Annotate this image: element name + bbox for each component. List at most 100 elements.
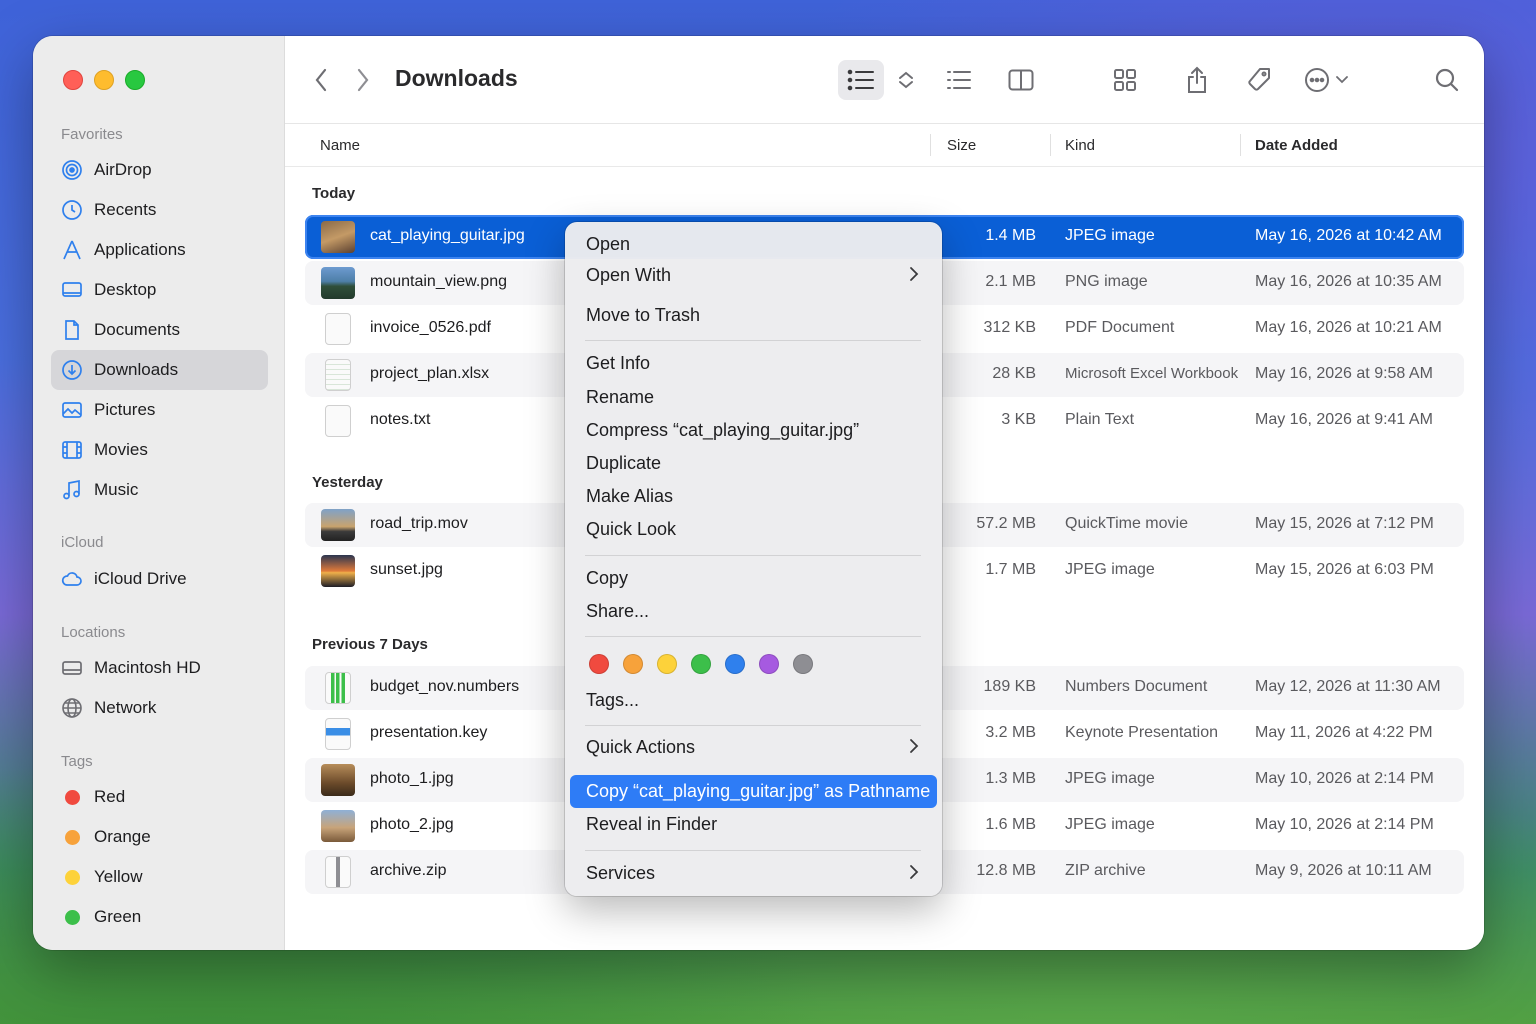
tag-button[interactable] bbox=[1239, 60, 1279, 100]
list-icon bbox=[847, 69, 874, 91]
chevron-right-icon bbox=[910, 739, 919, 753]
menu-item-make-alias[interactable]: Make Alias bbox=[570, 480, 937, 513]
share-icon bbox=[1188, 66, 1206, 93]
sidebar-tag-orange[interactable]: Orange bbox=[51, 817, 268, 857]
file-kind: ZIP archive bbox=[1065, 862, 1146, 879]
file-date: May 16, 2026 at 9:41 AM bbox=[1255, 411, 1433, 428]
grouped-list-icon bbox=[947, 71, 971, 89]
sidebar-item-label: iCloud Drive bbox=[94, 569, 187, 588]
menu-item-label: Make Alias bbox=[586, 486, 674, 506]
menu-item-label: Tags... bbox=[586, 690, 640, 710]
column-size[interactable]: Size bbox=[947, 137, 976, 154]
tags-heading: Tags bbox=[61, 753, 93, 770]
tag-color-purple[interactable] bbox=[759, 654, 779, 674]
menu-item-label: Open bbox=[586, 234, 631, 254]
file-kind: PNG image bbox=[1065, 273, 1148, 290]
tag-color-yellow[interactable] bbox=[657, 654, 677, 674]
sidebar-item-airdrop[interactable]: AirDrop bbox=[51, 150, 268, 190]
sidebar-item-macintosh-hd[interactable]: Macintosh HD bbox=[51, 648, 268, 688]
menu-item-open-with[interactable]: Open With bbox=[570, 259, 937, 292]
menu-item-get-info[interactable]: Get Info bbox=[570, 347, 937, 380]
tag-color-gray[interactable] bbox=[793, 654, 813, 674]
sidebar-item-movies[interactable]: Movies bbox=[51, 430, 268, 470]
sidebar-item-network[interactable]: Network bbox=[51, 688, 268, 728]
column-name[interactable]: Name bbox=[320, 137, 360, 154]
menu-item-quick-look[interactable]: Quick Look bbox=[570, 513, 937, 546]
tag-color-orange[interactable] bbox=[623, 654, 643, 674]
sidebar-tag-yellow[interactable]: Yellow bbox=[51, 857, 268, 897]
gallery-view-button[interactable] bbox=[1001, 60, 1041, 100]
menu-item-rename[interactable]: Rename bbox=[570, 381, 937, 414]
image-thumbnail bbox=[321, 555, 355, 587]
tag-color-green[interactable] bbox=[691, 654, 711, 674]
sidebar-item-label: Applications bbox=[94, 240, 186, 259]
file-size: 3 KB bbox=[1001, 411, 1036, 428]
menu-item-open[interactable]: Open bbox=[570, 228, 937, 261]
file-date: May 9, 2026 at 10:11 AM bbox=[1255, 862, 1432, 879]
menu-item-move-to-trash[interactable]: Move to Trash bbox=[570, 299, 937, 332]
menu-item-reveal-in-finder[interactable]: Reveal in Finder bbox=[570, 808, 937, 841]
list-view-button[interactable] bbox=[838, 60, 884, 100]
search-icon bbox=[1435, 68, 1459, 92]
minimize-button[interactable] bbox=[94, 70, 114, 90]
menu-item-copy-as-pathname[interactable]: Copy “cat_playing_guitar.jpg” as Pathnam… bbox=[570, 775, 937, 808]
chevron-right-icon bbox=[910, 865, 919, 879]
menu-separator bbox=[585, 725, 921, 726]
sidebar-item-pictures[interactable]: Pictures bbox=[51, 390, 268, 430]
sidebar-item-desktop[interactable]: Desktop bbox=[51, 270, 268, 310]
tag-color-picker bbox=[589, 654, 813, 674]
sidebar-item-label: Red bbox=[94, 787, 126, 806]
pdf-document-icon bbox=[325, 313, 351, 345]
column-divider[interactable] bbox=[1050, 134, 1051, 156]
menu-item-copy[interactable]: Copy bbox=[570, 562, 937, 595]
menu-item-tags[interactable]: Tags... bbox=[570, 684, 937, 717]
file-size: 1.7 MB bbox=[985, 561, 1036, 578]
sidebar-tag-green[interactable]: Green bbox=[51, 897, 268, 937]
menu-item-quick-actions[interactable]: Quick Actions bbox=[570, 731, 937, 764]
menu-item-share[interactable]: Share... bbox=[570, 595, 937, 628]
back-button[interactable] bbox=[309, 66, 333, 94]
menu-separator bbox=[585, 636, 921, 637]
column-divider[interactable] bbox=[930, 134, 931, 156]
sidebar-tag-red[interactable]: Red bbox=[51, 777, 268, 817]
tag-color-red[interactable] bbox=[589, 654, 609, 674]
column-kind[interactable]: Kind bbox=[1065, 137, 1095, 154]
menu-item-duplicate[interactable]: Duplicate bbox=[570, 447, 937, 480]
share-button[interactable] bbox=[1177, 60, 1217, 100]
group-header-today: Today bbox=[312, 185, 356, 202]
sidebar-item-applications[interactable]: Applications bbox=[51, 230, 268, 270]
menu-item-label: Rename bbox=[586, 387, 655, 407]
sidebar-item-music[interactable]: Music bbox=[51, 470, 268, 510]
column-divider[interactable] bbox=[1240, 134, 1241, 156]
column-date-added[interactable]: Date Added bbox=[1255, 137, 1338, 154]
menu-item-services[interactable]: Services bbox=[570, 857, 937, 890]
sidebar-item-recents[interactable]: Recents bbox=[51, 190, 268, 230]
view-options-button[interactable] bbox=[893, 60, 919, 100]
file-kind: Microsoft Excel Workbook bbox=[1065, 365, 1239, 382]
close-button[interactable] bbox=[63, 70, 83, 90]
file-date: May 16, 2026 at 10:35 AM bbox=[1255, 273, 1442, 290]
green-tag-dot bbox=[64, 909, 80, 925]
locations-heading: Locations bbox=[61, 624, 126, 641]
tag-color-blue[interactable] bbox=[725, 654, 745, 674]
file-name: presentation.key bbox=[370, 724, 488, 741]
sidebar-item-label: Yellow bbox=[94, 867, 143, 886]
sidebar-item-label: Network bbox=[94, 698, 157, 717]
forward-button[interactable] bbox=[351, 66, 375, 94]
text-document-icon bbox=[325, 405, 351, 437]
file-kind: Plain Text bbox=[1065, 411, 1135, 428]
icon-view-button[interactable] bbox=[1105, 60, 1145, 100]
tag-icon bbox=[1248, 68, 1270, 91]
menu-item-compress[interactable]: Compress “cat_playing_guitar.jpg” bbox=[570, 414, 937, 447]
group-view-button[interactable] bbox=[939, 60, 979, 100]
zoom-button[interactable] bbox=[125, 70, 145, 90]
sidebar-item-icloud-drive[interactable]: iCloud Drive bbox=[51, 559, 268, 599]
sidebar-item-downloads[interactable]: Downloads bbox=[51, 350, 268, 390]
sidebar-item-label: Recents bbox=[94, 200, 157, 219]
file-size: 312 KB bbox=[983, 319, 1036, 336]
more-actions-button[interactable] bbox=[1301, 60, 1351, 100]
sidebar-item-documents[interactable]: Documents bbox=[51, 310, 268, 350]
search-button[interactable] bbox=[1427, 60, 1467, 100]
video-thumbnail bbox=[321, 509, 355, 541]
chevron-left-icon bbox=[315, 68, 327, 92]
